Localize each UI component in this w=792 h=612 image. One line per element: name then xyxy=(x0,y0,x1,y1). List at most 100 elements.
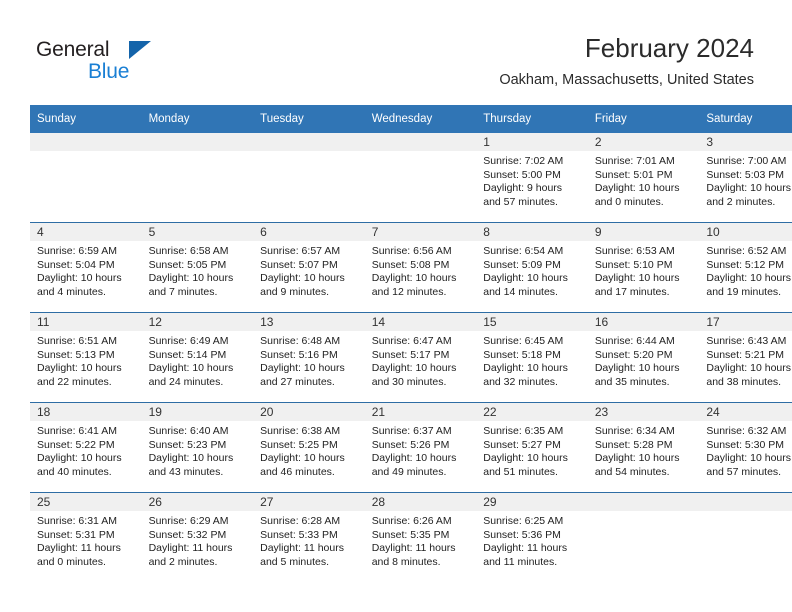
sunrise-text: Sunrise: 6:29 AM xyxy=(148,515,229,527)
day-cell[interactable]: 28 Sunrise: 6:26 AM Sunset: 5:35 PM Dayl… xyxy=(364,492,477,582)
day-cell[interactable]: 21 Sunrise: 6:37 AM Sunset: 5:26 PM Dayl… xyxy=(364,402,477,493)
calendar-page: General Blue February 2024 Oakham, Massa… xyxy=(0,0,792,612)
day-number: 1 xyxy=(476,133,588,151)
sunset-text: Sunset: 5:28 PM xyxy=(594,438,673,451)
sunrise-text: Sunrise: 6:26 AM xyxy=(371,515,452,527)
sunset-text: Sunset: 5:13 PM xyxy=(37,348,115,361)
day-cell[interactable]: 15 Sunrise: 6:45 AM Sunset: 5:18 PM Dayl… xyxy=(476,312,588,403)
day-number: 28 xyxy=(364,493,477,511)
day-cell[interactable]: 22 Sunrise: 6:35 AM Sunset: 5:27 PM Dayl… xyxy=(476,402,588,493)
day-cell[interactable]: 16 Sunrise: 6:44 AM Sunset: 5:20 PM Dayl… xyxy=(587,312,700,403)
day-number: 12 xyxy=(141,313,254,331)
day-cell[interactable]: 20 Sunrise: 6:38 AM Sunset: 5:25 PM Dayl… xyxy=(253,402,365,493)
day-details: Sunrise: 6:45 AM Sunset: 5:18 PM Dayligh… xyxy=(476,331,588,389)
daylight-text-line2: and 27 minutes. xyxy=(260,375,335,388)
weekday-header-friday: Friday xyxy=(587,105,700,133)
daylight-text-line1: Daylight: 10 hours xyxy=(594,182,680,195)
day-cell[interactable]: 24 Sunrise: 6:32 AM Sunset: 5:30 PM Dayl… xyxy=(699,402,792,493)
day-cell[interactable]: 7 Sunrise: 6:56 AM Sunset: 5:08 PM Dayli… xyxy=(364,222,477,313)
sunrise-text: Sunrise: 6:35 AM xyxy=(483,425,564,437)
sunrise-text: Sunrise: 6:54 AM xyxy=(483,245,564,257)
daylight-text-line2: and 17 minutes. xyxy=(594,285,670,298)
weekday-header-tuesday: Tuesday xyxy=(253,105,365,133)
general-blue-logo[interactable]: General Blue xyxy=(36,38,216,86)
day-cell[interactable]: 19 Sunrise: 6:40 AM Sunset: 5:23 PM Dayl… xyxy=(141,402,254,493)
daylight-text-line1: Daylight: 10 hours xyxy=(706,182,792,195)
day-cell[interactable]: 25 Sunrise: 6:31 AM Sunset: 5:31 PM Dayl… xyxy=(30,492,142,582)
day-cell[interactable]: 17 Sunrise: 6:43 AM Sunset: 5:21 PM Dayl… xyxy=(699,312,792,403)
day-number xyxy=(587,493,700,511)
day-cell[interactable]: 13 Sunrise: 6:48 AM Sunset: 5:16 PM Dayl… xyxy=(253,312,365,403)
sunset-text: Sunset: 5:22 PM xyxy=(37,438,115,451)
day-details: Sunrise: 6:29 AM Sunset: 5:32 PM Dayligh… xyxy=(142,511,254,569)
day-details: Sunrise: 6:31 AM Sunset: 5:31 PM Dayligh… xyxy=(30,511,142,569)
day-cell-empty xyxy=(253,133,365,223)
day-cell[interactable]: 18 Sunrise: 6:41 AM Sunset: 5:22 PM Dayl… xyxy=(30,402,142,493)
day-number xyxy=(30,133,142,151)
sunrise-text: Sunrise: 6:44 AM xyxy=(594,335,675,347)
daylight-text-line1: Daylight: 10 hours xyxy=(260,362,345,375)
day-cell[interactable]: 4 Sunrise: 6:59 AM Sunset: 5:04 PM Dayli… xyxy=(30,222,142,313)
location-subtitle: Oakham, Massachusetts, United States xyxy=(499,72,754,88)
day-details: Sunrise: 6:58 AM Sunset: 5:05 PM Dayligh… xyxy=(142,241,254,299)
daylight-text-line2: and 11 minutes. xyxy=(483,555,558,568)
day-cell[interactable]: 6 Sunrise: 6:57 AM Sunset: 5:07 PM Dayli… xyxy=(253,222,365,313)
sunset-text: Sunset: 5:36 PM xyxy=(483,528,561,541)
page-header: General Blue February 2024 Oakham, Massa… xyxy=(0,0,792,104)
day-number: 21 xyxy=(364,403,477,421)
week-row: 1 Sunrise: 7:02 AM Sunset: 5:00 PM Dayli… xyxy=(30,133,792,223)
daylight-text-line1: Daylight: 10 hours xyxy=(260,452,345,465)
daylight-text-line1: Daylight: 10 hours xyxy=(371,452,457,465)
day-cell[interactable]: 11 Sunrise: 6:51 AM Sunset: 5:13 PM Dayl… xyxy=(30,312,142,403)
day-details: Sunrise: 6:43 AM Sunset: 5:21 PM Dayligh… xyxy=(699,331,792,389)
day-cell[interactable]: 27 Sunrise: 6:28 AM Sunset: 5:33 PM Dayl… xyxy=(253,492,365,582)
sunset-text: Sunset: 5:23 PM xyxy=(148,438,227,451)
daylight-text-line2: and 22 minutes. xyxy=(37,375,112,388)
sunrise-text: Sunrise: 7:00 AM xyxy=(706,155,787,167)
day-number: 6 xyxy=(253,223,365,241)
day-details: Sunrise: 6:40 AM Sunset: 5:23 PM Dayligh… xyxy=(142,421,254,479)
day-number: 9 xyxy=(587,223,700,241)
day-cell[interactable]: 23 Sunrise: 6:34 AM Sunset: 5:28 PM Dayl… xyxy=(587,402,700,493)
sunrise-text: Sunrise: 7:01 AM xyxy=(594,155,675,167)
day-cell[interactable]: 8 Sunrise: 6:54 AM Sunset: 5:09 PM Dayli… xyxy=(476,222,588,313)
day-details: Sunrise: 7:00 AM Sunset: 5:03 PM Dayligh… xyxy=(699,151,792,209)
day-number xyxy=(253,133,365,151)
day-cell[interactable]: 5 Sunrise: 6:58 AM Sunset: 5:05 PM Dayli… xyxy=(141,222,254,313)
day-details: Sunrise: 6:53 AM Sunset: 5:10 PM Dayligh… xyxy=(588,241,700,299)
day-cell[interactable]: 26 Sunrise: 6:29 AM Sunset: 5:32 PM Dayl… xyxy=(141,492,254,582)
daylight-text-line2: and 14 minutes. xyxy=(483,285,558,298)
daylight-text-line2: and 57 minutes. xyxy=(706,465,782,478)
day-cell[interactable]: 14 Sunrise: 6:47 AM Sunset: 5:17 PM Dayl… xyxy=(364,312,477,403)
sunset-text: Sunset: 5:16 PM xyxy=(260,348,338,361)
daylight-text-line1: Daylight: 10 hours xyxy=(483,362,568,375)
sunrise-text: Sunrise: 6:43 AM xyxy=(706,335,787,347)
day-number: 29 xyxy=(476,493,588,511)
day-cell[interactable]: 9 Sunrise: 6:53 AM Sunset: 5:10 PM Dayli… xyxy=(587,222,700,313)
sunrise-text: Sunrise: 6:37 AM xyxy=(371,425,452,437)
sunrise-text: Sunrise: 6:48 AM xyxy=(260,335,341,347)
day-number xyxy=(141,133,254,151)
day-number xyxy=(364,133,477,151)
day-cell[interactable]: 1 Sunrise: 7:02 AM Sunset: 5:00 PM Dayli… xyxy=(476,133,588,223)
day-cell[interactable]: 10 Sunrise: 6:52 AM Sunset: 5:12 PM Dayl… xyxy=(699,222,792,313)
day-cell-empty xyxy=(699,492,792,582)
day-details: Sunrise: 6:32 AM Sunset: 5:30 PM Dayligh… xyxy=(699,421,792,479)
sunset-text: Sunset: 5:04 PM xyxy=(37,258,115,271)
day-details: Sunrise: 6:34 AM Sunset: 5:28 PM Dayligh… xyxy=(588,421,700,479)
daylight-text-line2: and 8 minutes. xyxy=(371,555,441,568)
daylight-text-line2: and 32 minutes. xyxy=(483,375,558,388)
daylight-text-line1: Daylight: 10 hours xyxy=(483,272,568,285)
day-cell[interactable]: 3 Sunrise: 7:00 AM Sunset: 5:03 PM Dayli… xyxy=(699,133,792,223)
sunrise-text: Sunrise: 6:25 AM xyxy=(483,515,564,527)
sunrise-text: Sunrise: 6:40 AM xyxy=(148,425,229,437)
day-number: 18 xyxy=(30,403,142,421)
sunset-text: Sunset: 5:07 PM xyxy=(260,258,338,271)
calendar-table: Sunday Monday Tuesday Wednesday Thursday… xyxy=(30,105,792,582)
daylight-text-line1: Daylight: 10 hours xyxy=(148,272,234,285)
day-cell[interactable]: 12 Sunrise: 6:49 AM Sunset: 5:14 PM Dayl… xyxy=(141,312,254,403)
day-cell[interactable]: 29 Sunrise: 6:25 AM Sunset: 5:36 PM Dayl… xyxy=(476,492,588,582)
sunset-text: Sunset: 5:14 PM xyxy=(148,348,227,361)
day-number: 25 xyxy=(30,493,142,511)
day-cell[interactable]: 2 Sunrise: 7:01 AM Sunset: 5:01 PM Dayli… xyxy=(587,133,700,223)
